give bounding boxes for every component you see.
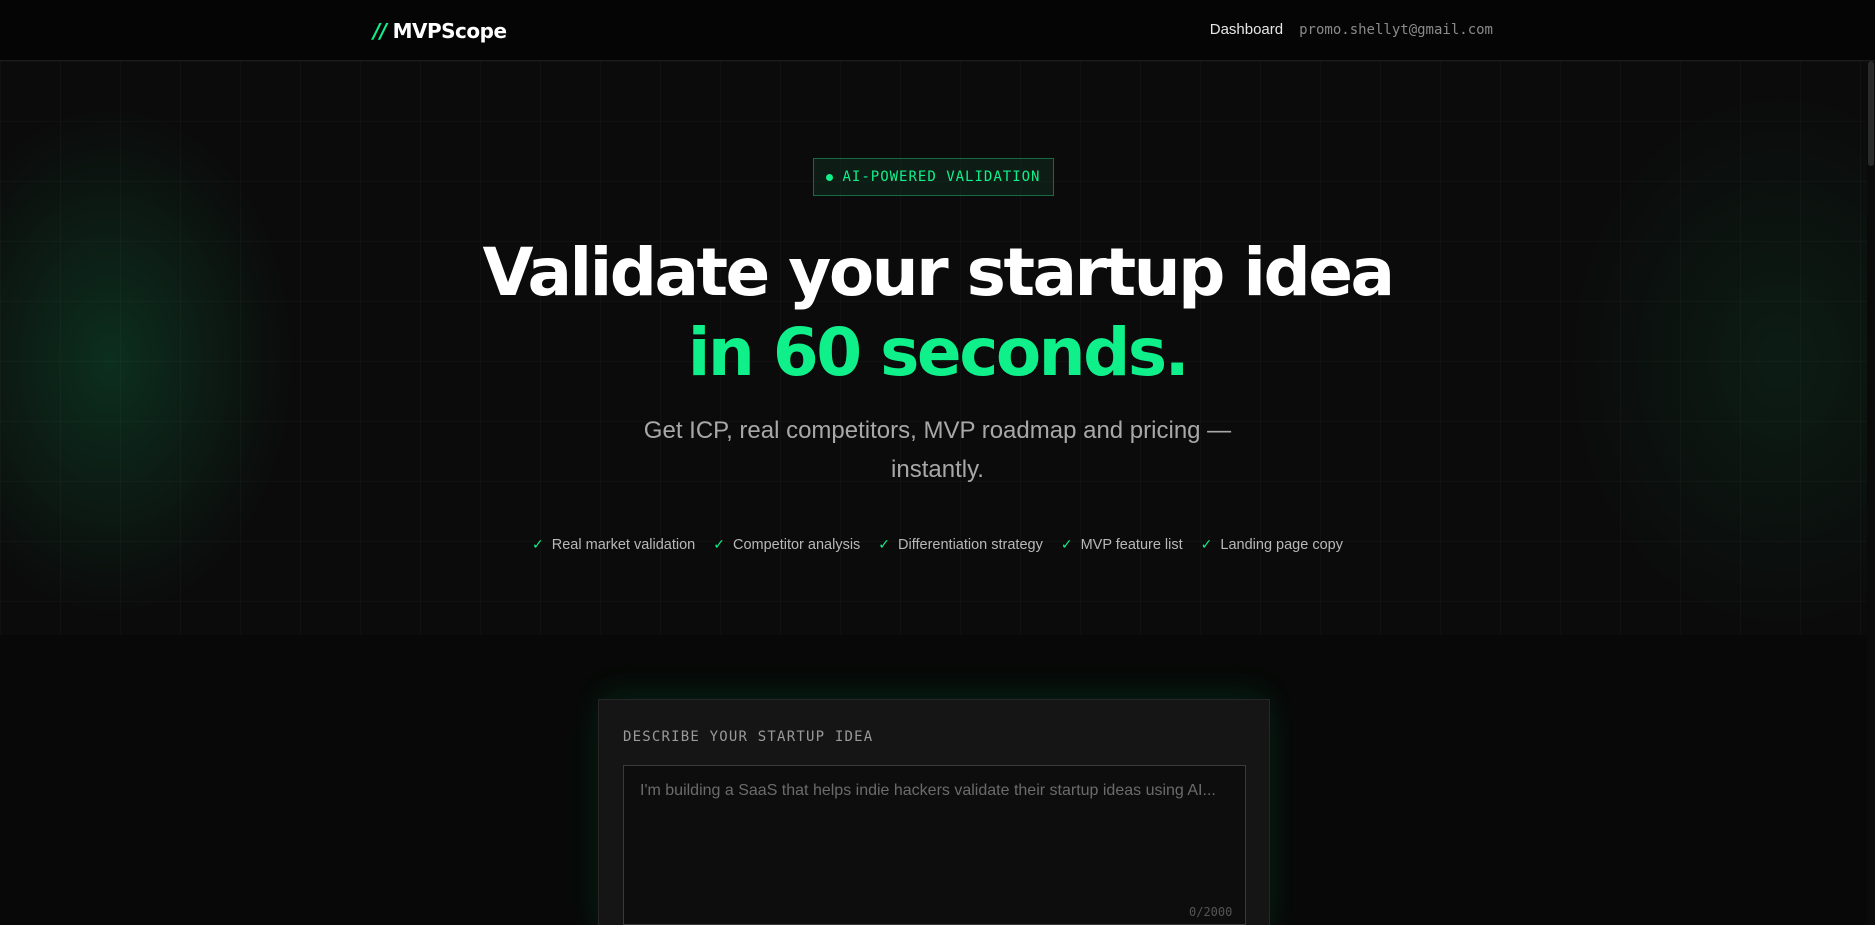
feature-label: Differentiation strategy <box>898 537 1043 553</box>
feature-item: ✓ Landing page copy <box>1201 537 1343 553</box>
headline-line-2: in 60 seconds. <box>687 314 1190 391</box>
check-icon: ✓ <box>532 537 544 553</box>
char-counter: 0/2000 <box>1189 905 1233 919</box>
feature-list: ✓ Real market validation ✓ Competitor an… <box>0 537 1875 553</box>
scrollbar-thumb[interactable] <box>1868 61 1874 166</box>
dashboard-link[interactable]: Dashboard <box>1210 21 1283 38</box>
top-nav: // MVPScope Dashboard promo.shellyt@gmai… <box>0 0 1875 61</box>
feature-label: Competitor analysis <box>732 537 861 553</box>
logo[interactable]: // MVPScope <box>373 19 507 43</box>
hero-subtitle: Get ICP, real competitors, MVP roadmap a… <box>643 417 1232 483</box>
check-icon: ✓ <box>1060 537 1073 553</box>
page-scrollbar[interactable] <box>1867 61 1875 925</box>
headline-line-1: Validate your startup idea <box>482 234 1395 311</box>
check-icon: ✓ <box>1200 537 1213 553</box>
nav-right: Dashboard promo.shellyt@gmail.com <box>1210 21 1493 38</box>
feature-item: ✓ Competitor analysis <box>713 537 860 553</box>
status-dot-icon <box>826 173 834 181</box>
headline: Validate your startup idea in 60 seconds… <box>0 233 1875 393</box>
idea-field-label: DESCRIBE YOUR STARTUP IDEA <box>623 729 874 745</box>
user-email[interactable]: promo.shellyt@gmail.com <box>1299 22 1493 38</box>
feature-item: ✓ MVP feature list <box>1061 537 1183 553</box>
feature-label: Landing page copy <box>1220 537 1343 553</box>
feature-label: MVP feature list <box>1080 537 1183 553</box>
feature-label: Real market validation <box>551 537 696 553</box>
ai-badge: AI-POWERED VALIDATION <box>813 158 1054 196</box>
check-icon: ✓ <box>878 537 891 553</box>
badge-text: AI-POWERED VALIDATION <box>842 169 1041 185</box>
idea-form-card: DESCRIBE YOUR STARTUP IDEA 0/2000 <box>598 699 1270 925</box>
logo-name: MVPScope <box>392 19 507 43</box>
feature-item: ✓ Differentiation strategy <box>878 537 1043 553</box>
idea-input[interactable] <box>623 765 1246 925</box>
logo-mark: // <box>373 19 387 43</box>
check-icon: ✓ <box>713 537 725 553</box>
feature-item: ✓ Real market validation <box>532 537 695 553</box>
hero-content: AI-POWERED VALIDATION Validate your star… <box>0 61 1875 635</box>
hero-section: AI-POWERED VALIDATION Validate your star… <box>0 61 1875 635</box>
